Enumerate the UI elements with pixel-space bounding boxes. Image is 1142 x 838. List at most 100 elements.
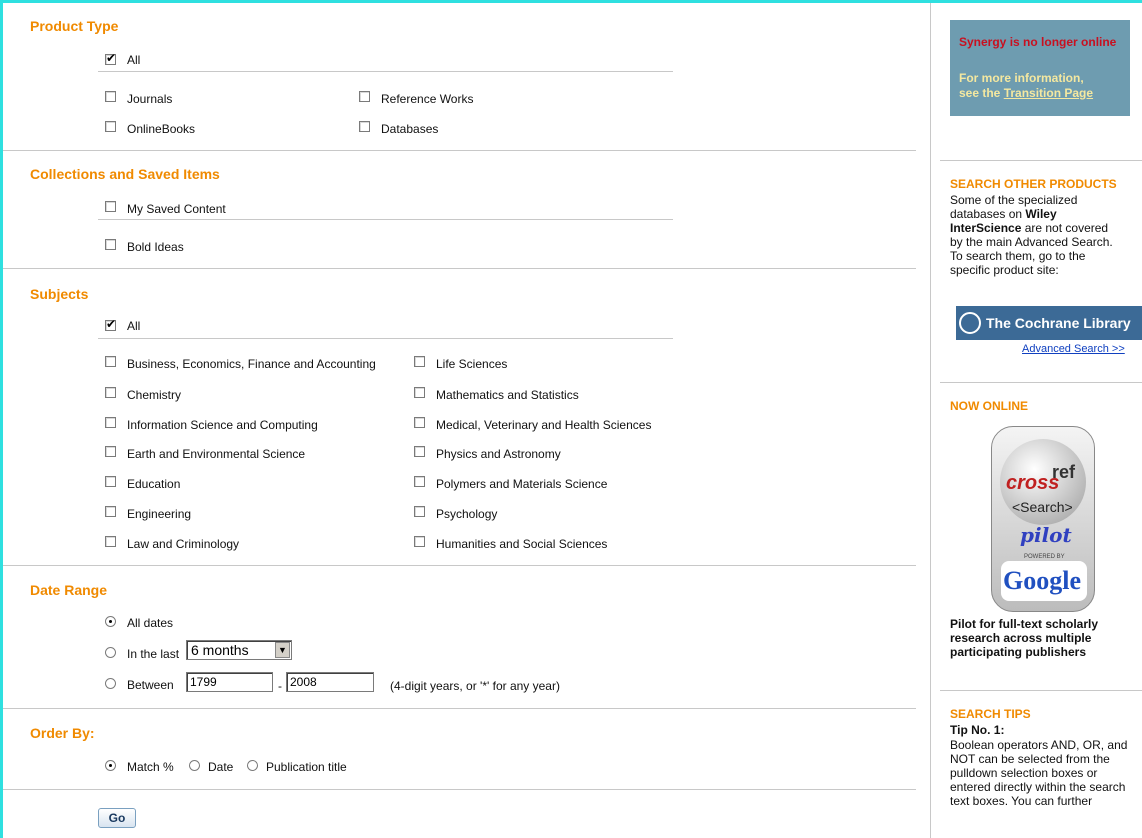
tip-line: text boxes. You can further (950, 794, 1093, 808)
search-other-line: Some of the specialized (950, 193, 1078, 207)
tip-line: Boolean operators AND, OR, and (950, 738, 1128, 752)
order-date-label: Date (208, 760, 234, 774)
page-frame: Product Type All Journals Reference Work… (0, 0, 1142, 838)
between-radio[interactable] (105, 678, 116, 689)
transition-page-link[interactable]: Transition Page (1004, 86, 1093, 100)
subject-checkbox[interactable] (414, 536, 425, 547)
subject-checkbox[interactable] (105, 417, 116, 428)
subject-checkbox[interactable] (105, 446, 116, 457)
year-dash: - (278, 679, 282, 693)
subject-checkbox[interactable] (414, 446, 425, 457)
subject-label: Business, Economics, Finance and Account… (127, 357, 376, 371)
search-other-line: To search them, go to the (950, 249, 1086, 263)
order-title-label: Publication title (266, 760, 347, 774)
subject-checkbox[interactable] (105, 476, 116, 487)
databases-label: Databases (381, 122, 439, 136)
subjects-all-checkbox[interactable] (105, 317, 116, 331)
pilot-line: participating publishers (950, 645, 1087, 659)
subject-checkbox[interactable] (105, 506, 116, 517)
cochrane-label: The Cochrane Library (986, 315, 1131, 331)
in-the-last-label: In the last (127, 647, 180, 661)
bold-ideas-label: Bold Ideas (127, 240, 184, 254)
reference-works-label: Reference Works (381, 92, 474, 106)
subject-label: Polymers and Materials Science (436, 477, 608, 491)
cochrane-advanced-search-link[interactable]: Advanced Search >> (1022, 343, 1125, 355)
journals-checkbox[interactable] (105, 91, 116, 102)
onlinebooks-checkbox[interactable] (105, 121, 116, 132)
subject-label: Education (127, 477, 181, 491)
google-logo-text: Google (1003, 566, 1081, 595)
search-other-line: databases on Wiley (950, 207, 1113, 221)
sidebar-divider (930, 3, 931, 838)
go-button[interactable]: Go (98, 808, 136, 828)
search-other-line: specific product site: (950, 263, 1059, 277)
in-the-last-radio[interactable] (105, 647, 116, 658)
from-year-input[interactable] (186, 672, 273, 692)
subject-checkbox[interactable] (105, 387, 116, 398)
product-all-checkbox[interactable] (105, 51, 116, 65)
journals-label: Journals (127, 92, 173, 106)
crossref-pilot-text: pilot (1020, 523, 1072, 547)
crossref-search-pilot-logo[interactable]: cross ref <Search> pilot POWERED BY Goog… (991, 426, 1095, 612)
order-match-radio[interactable] (105, 760, 116, 771)
divider (3, 150, 916, 151)
banner-title: Synergy is no longer online (959, 35, 1117, 49)
wiley-bold: Wiley (1025, 207, 1057, 221)
tip-line: NOT can be selected from the (950, 752, 1110, 766)
subject-label: Law and Criminology (127, 537, 240, 551)
subjects-all-label: All (127, 319, 141, 333)
order-match-label: Match % (127, 760, 174, 774)
now-online-heading: NOW ONLINE (950, 399, 1028, 413)
divider (3, 268, 916, 269)
all-dates-radio[interactable] (105, 616, 116, 627)
dropdown-arrow-icon[interactable]: ▼ (275, 642, 290, 658)
period-select[interactable]: 6 months ▼ (186, 640, 292, 660)
subject-checkbox[interactable] (414, 506, 425, 517)
divider (940, 160, 1142, 161)
tip-title: Tip No. 1: (950, 723, 1005, 737)
reference-works-checkbox[interactable] (359, 91, 370, 102)
order-title-radio[interactable] (247, 760, 258, 771)
subject-label: Earth and Environmental Science (127, 447, 306, 461)
divider (3, 708, 916, 709)
crossref-search-text: <Search> (1012, 499, 1073, 515)
search-other-line: InterScience are not covered (950, 221, 1113, 235)
section-heading-date-range: Date Range (30, 582, 108, 598)
subject-checkbox[interactable] (105, 356, 116, 367)
search-other-text: Some of the specialized databases on Wil… (950, 193, 1113, 277)
cochrane-circle-icon (959, 312, 981, 334)
all-dates-label: All dates (127, 616, 174, 630)
order-date-radio[interactable] (189, 760, 200, 771)
divider (940, 690, 1142, 691)
divider (3, 565, 916, 566)
subject-checkbox[interactable] (414, 356, 425, 367)
section-heading-subjects: Subjects (30, 286, 89, 302)
tip-line: pulldown selection boxes or (950, 766, 1098, 780)
tip-text: Boolean operators AND, OR, and NOT can b… (950, 738, 1142, 808)
onlinebooks-label: OnlineBooks (127, 122, 196, 136)
interscience-bold: InterScience (950, 221, 1022, 235)
subject-checkbox[interactable] (105, 536, 116, 547)
my-saved-content-label: My Saved Content (127, 202, 226, 216)
subject-checkbox[interactable] (414, 417, 425, 428)
search-other-span: databases on (950, 207, 1026, 221)
my-saved-content-checkbox[interactable] (105, 201, 116, 212)
pilot-line: research across multiple (950, 631, 1092, 645)
crossref-powered-text: POWERED BY (1024, 554, 1065, 560)
to-year-input[interactable] (286, 672, 374, 692)
product-all-label: All (127, 53, 141, 67)
cochrane-library-logo[interactable]: The Cochrane Library (956, 306, 1142, 340)
period-select-value: 6 months (191, 642, 249, 658)
subject-checkbox[interactable] (414, 387, 425, 398)
subject-checkbox[interactable] (414, 476, 425, 487)
section-heading-collections: Collections and Saved Items (30, 166, 220, 182)
databases-checkbox[interactable] (359, 121, 370, 132)
crossref-ref-text: ref (1052, 462, 1076, 482)
subject-label: Humanities and Social Sciences (436, 537, 608, 551)
section-heading-product-type: Product Type (30, 18, 119, 34)
bold-ideas-checkbox[interactable] (105, 239, 116, 250)
divider (940, 382, 1142, 383)
subject-label: Physics and Astronomy (436, 447, 561, 461)
pilot-description: Pilot for full-text scholarly research a… (950, 617, 1098, 659)
synergy-banner: Synergy is no longer online For more inf… (950, 20, 1130, 116)
